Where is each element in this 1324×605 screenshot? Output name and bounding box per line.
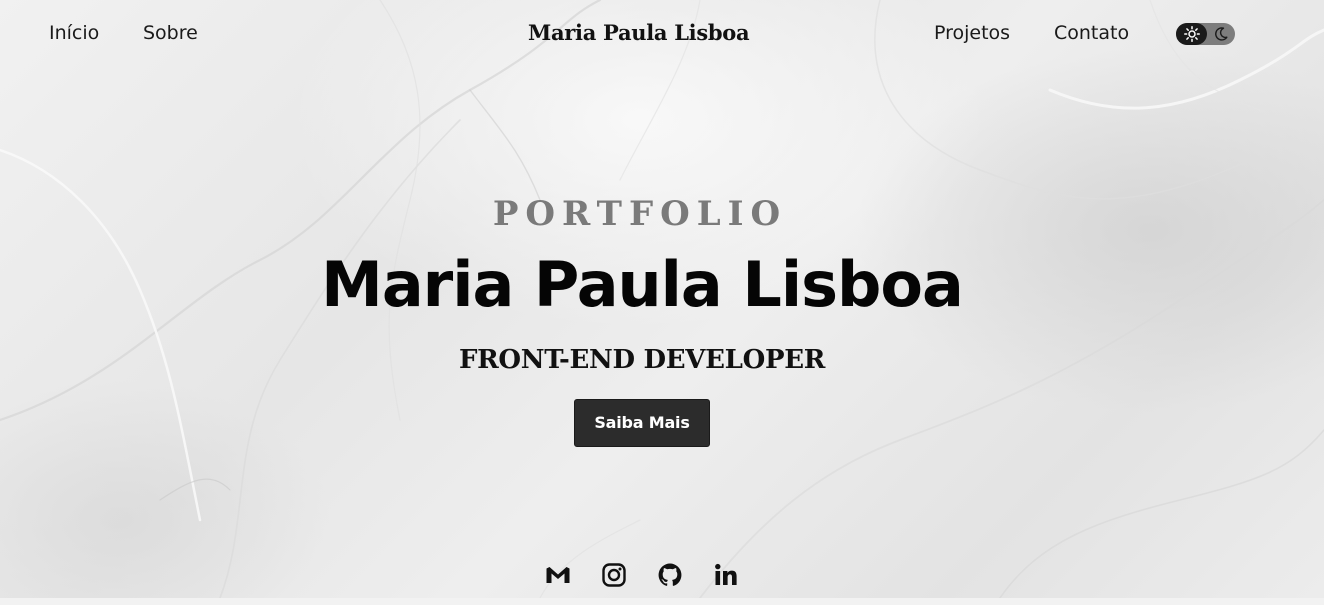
site-brand[interactable]: Maria Paula Lisboa [528, 20, 750, 45]
github-icon[interactable] [657, 562, 683, 588]
saiba-mais-button[interactable]: Saiba Mais [574, 399, 710, 447]
sun-icon [1184, 26, 1200, 42]
nav-link-contato[interactable]: Contato [1054, 22, 1129, 44]
gmail-icon[interactable] [545, 562, 571, 588]
hero-name: Maria Paula Lisboa [321, 248, 964, 321]
hero-role: FRONT-END DEVELOPER [458, 345, 826, 375]
page-bottom-border [0, 598, 1324, 605]
nav-link-projetos[interactable]: Projetos [934, 22, 1010, 44]
nav-link-inicio[interactable]: Início [49, 22, 99, 44]
hero-kicker: PORTFOLIO [492, 194, 788, 234]
theme-toggle[interactable] [1176, 23, 1235, 45]
nav-link-sobre[interactable]: Sobre [143, 22, 198, 44]
moon-icon [1215, 27, 1228, 41]
linkedin-icon[interactable] [713, 562, 739, 588]
instagram-icon[interactable] [601, 562, 627, 588]
